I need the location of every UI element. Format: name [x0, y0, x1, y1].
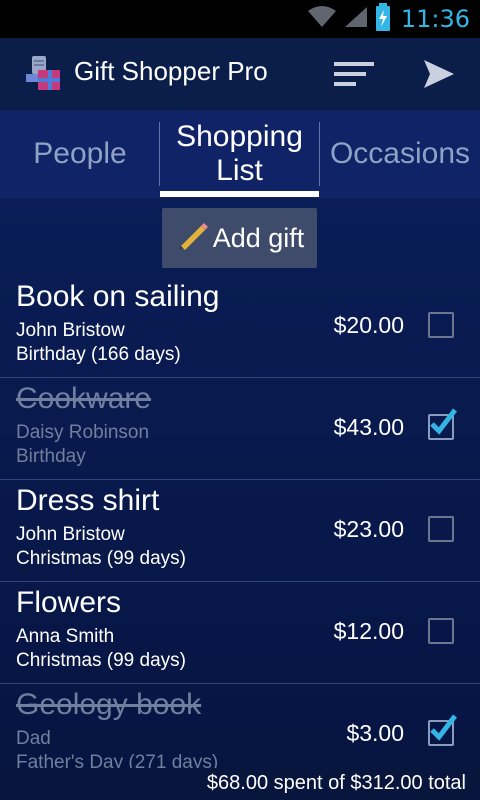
pencil-icon [175, 220, 209, 257]
sort-menu-button[interactable] [324, 48, 384, 100]
active-tab-indicator [160, 191, 319, 197]
purchased-checkbox[interactable] [428, 312, 454, 338]
add-gift-button[interactable]: Add gift [162, 208, 317, 268]
summary-footer: $68.00 spent of $312.00 total [0, 768, 480, 800]
gift-row[interactable]: Cookware Daisy Robinson Birthday $43.00 [0, 378, 480, 480]
purchased-checkbox[interactable] [428, 408, 457, 440]
purchased-checkbox[interactable] [428, 714, 457, 746]
gift-name: Geology book [16, 688, 202, 721]
gift-person: Anna Smith [16, 626, 115, 647]
tab-label-line-2: List [216, 154, 263, 187]
gift-name: Cookware [16, 382, 152, 415]
gift-app-icon[interactable] [24, 54, 64, 94]
action-bar: Gift Shopper Pro [0, 38, 480, 110]
tab-shopping-list[interactable]: Shopping List [160, 110, 319, 198]
tab-label-line-1: Shopping [176, 120, 303, 153]
tab-bar: People Shopping List Occasions [0, 110, 480, 199]
gift-person: Daisy Robinson [16, 422, 150, 443]
purchased-checkbox[interactable] [428, 516, 454, 542]
gift-occasion: Christmas (99 days) [16, 650, 186, 671]
checkmark-icon [430, 408, 457, 435]
gift-name: Flowers [16, 586, 122, 619]
tab-occasions[interactable]: Occasions [320, 110, 480, 198]
gift-person: John Bristow [16, 320, 125, 341]
spent-total-summary: $68.00 spent of $312.00 total [206, 772, 466, 794]
signal-icon [343, 5, 369, 34]
gift-price: $12.00 [333, 618, 404, 644]
gift-price: $3.00 [346, 720, 404, 746]
app-title: Gift Shopper Pro [74, 56, 268, 86]
gift-name: Book on sailing [16, 280, 220, 313]
wifi-icon [307, 5, 337, 34]
gift-occasion: Christmas (99 days) [16, 548, 186, 569]
gift-name: Dress shirt [16, 484, 160, 517]
checkmark-icon [430, 714, 457, 741]
add-gift-label: Add gift [212, 222, 305, 253]
gift-row[interactable]: Dress shirt John Bristow Christmas (99 d… [0, 480, 480, 582]
gift-row[interactable]: Flowers Anna Smith Christmas (99 days) $… [0, 582, 480, 684]
battery-charging-icon [375, 2, 391, 36]
purchased-checkbox[interactable] [428, 618, 454, 644]
shopping-list[interactable]: Add gift Book on sailing John Bristow Bi… [0, 198, 480, 800]
gift-occasion: Birthday (166 days) [16, 344, 181, 365]
gift-price: $20.00 [333, 312, 404, 338]
gift-price: $43.00 [333, 414, 404, 440]
status-icons: 11:36 [307, 0, 470, 38]
status-bar: 11:36 [0, 0, 480, 38]
clock: 11:36 [400, 5, 470, 33]
menu-icon [334, 62, 374, 86]
gift-row[interactable]: Book on sailing John Bristow Birthday (1… [0, 276, 480, 378]
send-button[interactable] [412, 48, 464, 100]
gift-person: John Bristow [16, 524, 125, 545]
gift-person: Dad [16, 728, 51, 749]
gift-occasion: Birthday [16, 446, 86, 467]
tab-people[interactable]: People [0, 110, 160, 198]
send-icon [424, 60, 454, 88]
gift-price: $23.00 [333, 516, 404, 542]
